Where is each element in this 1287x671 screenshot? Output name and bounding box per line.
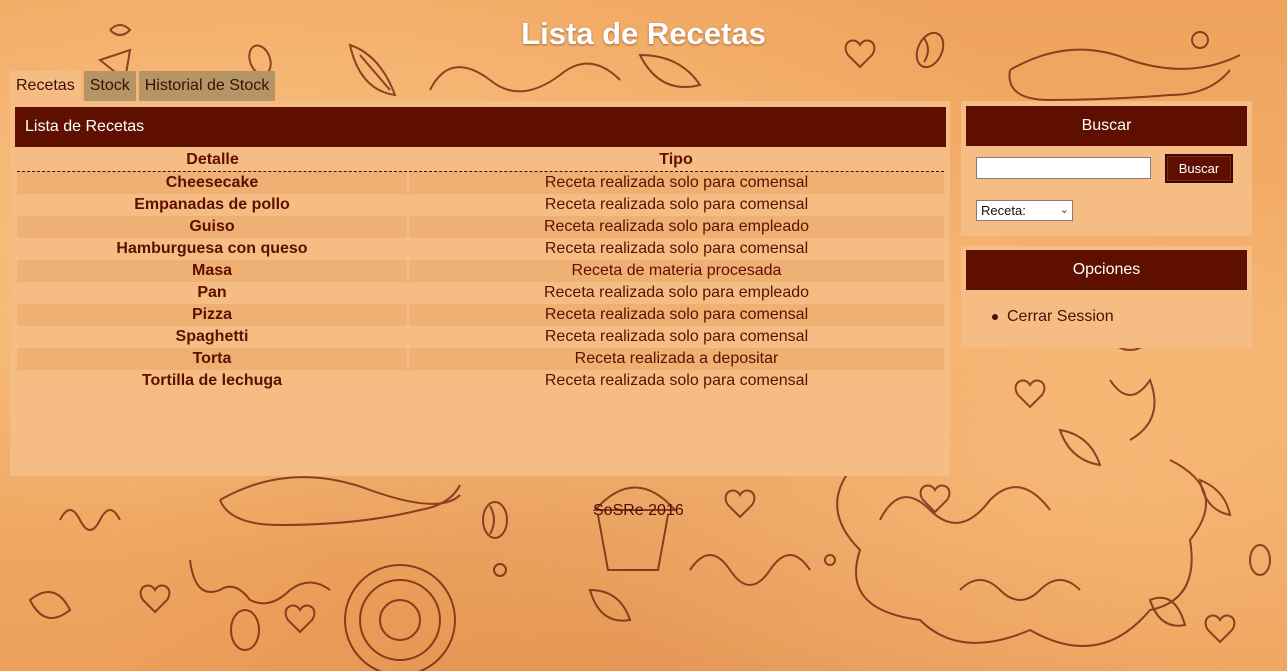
row-tipo: Receta realizada solo para empleado [408, 216, 944, 238]
bullet-icon [992, 314, 998, 320]
table-row[interactable]: Pan Receta realizada solo para empleado [17, 282, 944, 304]
row-detalle: Empanadas de pollo [17, 194, 409, 216]
row-tipo: Receta realizada a depositar [408, 348, 944, 370]
column-header-detalle[interactable]: Detalle [17, 149, 408, 172]
chevron-down-icon: ⌄ [1059, 204, 1069, 216]
recipes-panel-header: Lista de Recetas [15, 107, 946, 147]
row-detalle: Pizza [17, 304, 409, 326]
options-item: Cerrar Session [989, 308, 1114, 326]
search-input[interactable] [976, 157, 1151, 179]
row-detalle: Pan [17, 282, 409, 304]
table-header-row: Detalle Tipo [17, 149, 944, 172]
table-row[interactable]: Tortilla de lechuga Receta realizada sol… [17, 370, 944, 392]
search-button[interactable]: Buscar [1165, 154, 1233, 183]
options-list: Cerrar Session [989, 308, 1114, 326]
table-row[interactable]: Empanadas de pollo Receta realizada solo… [17, 194, 944, 216]
column-header-tipo[interactable]: Tipo [408, 149, 944, 172]
tab-recetas[interactable]: Recetas [10, 71, 81, 101]
row-detalle: Torta [17, 348, 409, 370]
logout-link[interactable]: Cerrar Session [1007, 308, 1114, 325]
row-tipo: Receta realizada solo para comensal [544, 240, 809, 257]
page-title: Lista de Recetas [521, 16, 766, 51]
table-row[interactable]: Torta Receta realizada a depositar [17, 348, 944, 370]
row-detalle: Tortilla de lechuga [17, 370, 409, 392]
search-panel-header: Buscar [966, 106, 1247, 146]
tab-bar: Recetas Stock Historial de Stock [10, 71, 276, 101]
row-detalle: Masa [17, 260, 409, 282]
row-tipo: Receta realizada solo para comensal [544, 328, 809, 345]
options-panel-header: Opciones [966, 250, 1247, 290]
table-row[interactable]: Masa Receta de materia procesada [17, 260, 944, 282]
row-tipo: Receta realizada solo para comensal [544, 372, 809, 389]
row-tipo: Receta de materia procesada [408, 260, 944, 282]
table-row[interactable]: Hamburguesa con queso Receta realizada s… [17, 238, 944, 260]
row-tipo: Receta realizada solo para comensal [544, 196, 809, 213]
recipes-panel: Lista de Recetas Detalle Tipo Cheesecake… [10, 101, 950, 476]
tab-stock[interactable]: Stock [83, 71, 136, 101]
row-tipo: Receta realizada solo para empleado [543, 284, 810, 301]
recipe-type-select-value: Receta: [981, 203, 1026, 218]
row-tipo: Receta realizada solo para comensal [408, 304, 944, 326]
recipe-type-select[interactable]: Receta: ⌄ [976, 200, 1073, 221]
row-detalle: Cheesecake [17, 171, 409, 194]
table-row[interactable]: Spaghetti Receta realizada solo para com… [17, 326, 944, 348]
row-tipo: Receta realizada solo para comensal [408, 171, 944, 194]
row-detalle: Guiso [17, 216, 409, 238]
tab-historial-de-stock[interactable]: Historial de Stock [138, 71, 276, 101]
table-row[interactable]: Pizza Receta realizada solo para comensa… [17, 304, 944, 326]
footer-text: SoSRe 2016 [593, 502, 684, 519]
recipes-table: Detalle Tipo Cheesecake Receta realizada… [17, 149, 944, 392]
search-panel: Buscar Buscar Receta: ⌄ [961, 101, 1252, 236]
row-detalle: Hamburguesa con queso [17, 238, 409, 260]
table-row[interactable]: Guiso Receta realizada solo para emplead… [17, 216, 944, 238]
options-panel: Opciones Cerrar Session [961, 246, 1252, 348]
table-row[interactable]: Cheesecake Receta realizada solo para co… [17, 171, 944, 194]
row-detalle: Spaghetti [17, 326, 409, 348]
